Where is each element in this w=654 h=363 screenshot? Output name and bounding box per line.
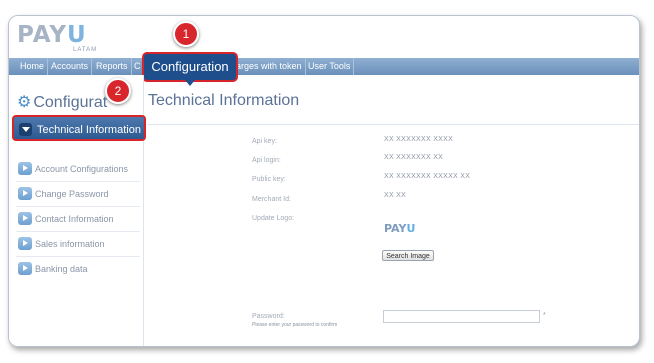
mini-logo-u: U xyxy=(406,222,416,235)
arrow-right-icon xyxy=(18,187,32,200)
arrow-right-icon xyxy=(18,162,32,175)
api-key-value: XX XXXXXXX XXXX xyxy=(384,136,454,143)
page-title: Technical Information xyxy=(148,92,300,109)
public-key-value: XX XXXXXXX XXXXX XX xyxy=(384,173,471,180)
nav-configuration-label: Configuration xyxy=(151,59,229,74)
logo-text-u: U xyxy=(67,22,87,48)
api-key-label: Api key: xyxy=(252,138,277,145)
arrow-right-icon xyxy=(18,237,32,250)
payu-logo[interactable]: PAYU LATAM xyxy=(17,22,97,56)
required-mark: * xyxy=(543,312,546,319)
sidebar-item-change-password[interactable]: Change Password xyxy=(16,183,140,205)
sidebar-item-banking-data[interactable]: Banking data xyxy=(16,258,140,280)
header: PAYU LATAM xyxy=(9,16,639,58)
arrow-right-icon xyxy=(18,262,32,275)
nav-charges-with-token[interactable]: arges with token xyxy=(233,58,306,75)
sidebar: ⚙ Configurat Technical Information Accoun… xyxy=(9,75,146,346)
main-nav: Home Accounts Reports C arges with token… xyxy=(9,58,639,75)
logo-latam: LATAM xyxy=(73,47,98,53)
callout-badge-1: 1 xyxy=(173,21,199,47)
search-image-button[interactable]: Search Image xyxy=(382,250,434,261)
nav-accounts[interactable]: Accounts xyxy=(48,58,93,75)
sidebar-item-label: Account Configurations xyxy=(35,164,129,174)
caret-down-icon xyxy=(185,80,195,86)
arrow-down-icon xyxy=(19,123,32,136)
sidebar-item-account-configurations[interactable]: Account Configurations xyxy=(16,158,140,180)
sidebar-title: ⚙ Configurat xyxy=(17,92,107,112)
divider xyxy=(16,256,140,257)
api-login-value: XX XXXXXXX XX xyxy=(384,154,444,161)
logo-text-main: PAY xyxy=(17,22,67,48)
merchant-id-label: Merchant Id: xyxy=(252,196,291,203)
api-login-label: Api login: xyxy=(252,157,281,164)
divider xyxy=(16,206,140,207)
password-input[interactable] xyxy=(383,310,540,323)
divider xyxy=(16,231,140,232)
gear-icon: ⚙ xyxy=(17,94,32,111)
app-window: PAYU LATAM Home Accounts Reports C arges… xyxy=(8,15,640,347)
sidebar-item-contact-information[interactable]: Contact Information xyxy=(16,208,140,230)
nav-user-tools[interactable]: User Tools xyxy=(305,58,355,75)
logo-word: PAYU xyxy=(17,22,87,48)
arrow-right-icon xyxy=(18,212,32,225)
sidebar-item-sales-information[interactable]: Sales information xyxy=(16,233,140,255)
password-label: Password: xyxy=(252,313,285,320)
sidebar-title-text: Configurat xyxy=(33,94,108,111)
callout-badge-2: 2 xyxy=(105,78,131,104)
nav-home[interactable]: Home xyxy=(17,58,49,75)
password-hint: Please enter your password to confirm xyxy=(252,322,338,328)
mini-logo-main: PAY xyxy=(384,222,407,235)
sidebar-item-technical-information[interactable]: Technical Information xyxy=(12,115,146,141)
sidebar-item-label: Change Password xyxy=(35,189,109,199)
sidebar-item-label: Banking data xyxy=(35,264,88,274)
merchant-id-value: XX XX xyxy=(384,192,407,199)
update-logo-label: Update Logo: xyxy=(252,215,295,222)
sidebar-item-label: Sales information xyxy=(35,239,105,249)
sidebar-item-label: Technical Information xyxy=(37,124,141,136)
public-key-label: Public key: xyxy=(252,176,286,183)
merchant-logo-preview: PAYU xyxy=(384,222,415,235)
title-divider xyxy=(148,124,639,125)
divider xyxy=(16,181,140,182)
nav-reports[interactable]: Reports xyxy=(93,58,132,75)
sidebar-item-label: Contact Information xyxy=(35,214,114,224)
nav-configuration-active[interactable]: Configuration xyxy=(142,52,238,86)
